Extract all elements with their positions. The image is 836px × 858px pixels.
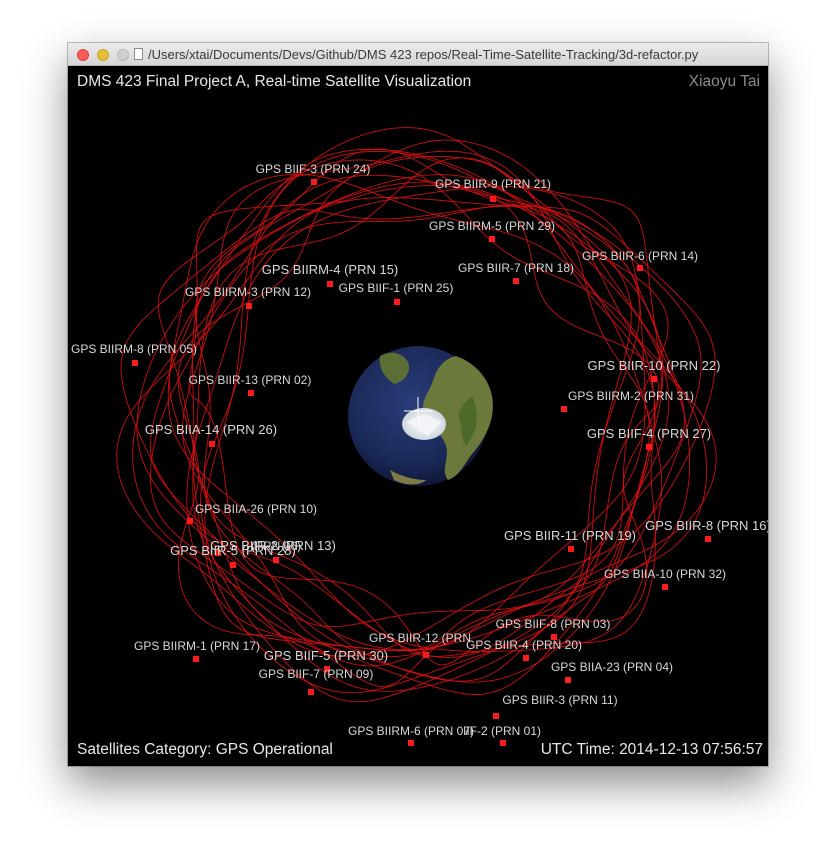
satellite-label: GPS BIIR-4 (PRN 20) [466,638,582,652]
satellite-label: GPS BIIF-5 (PRN 30) [264,648,388,663]
satellite-marker [500,740,506,746]
satellite-marker [662,584,668,590]
satellite-label: GPS BIIF-7 (PRN 09) [259,667,374,681]
satellite-marker [423,652,429,658]
satellite-marker [193,656,199,662]
satellite-label: GPS BIIR-5 (PRN 28) [170,543,296,558]
utc-time: UTC Time: 2014-12-13 07:56:57 [540,741,763,758]
satellite-label: GPS BIIR-10 (PRN 22) [588,358,721,373]
satellite-label: GPS BIIR-8 (PRN 16) [645,518,768,533]
title-bar[interactable]: /Users/xtai/Documents/Devs/Github/DMS 42… [68,43,768,66]
satellite-marker [187,518,193,524]
satellite-label: GPS BIIF-8 (PRN 03) [496,617,611,631]
satellite-label: GPS BIIF-1 (PRN 25) [339,281,454,295]
satellite-label: GPS BIIRM-2 (PRN 31) [568,389,694,403]
satellite-marker [651,376,657,382]
author-name: Xiaoyu Tai [688,73,760,90]
earth-globe [348,346,493,486]
satellite-marker [565,677,571,683]
orbit-scene: GPS BIIF-3 (PRN 24) GPS BIIR-9 (PRN 21) GP… [71,127,768,746]
satellite-label: IIF-2 (PRN 01) [463,724,541,738]
satellite-label: GPS BIIRM-6 (PRN 07) [348,724,474,738]
category-label: Satellites Category: GPS Operational [77,741,333,758]
satellite-marker [705,536,711,542]
satellite-label: GPS BIIRM-5 (PRN 29) [429,219,555,233]
satellite-marker [311,179,317,185]
satellite-label: GPS BIIR-6 (PRN 14) [582,249,698,263]
satellite-label: GPS BIIR-11 (PRN 19) [504,528,636,543]
satellite-marker [408,740,414,746]
app-title: DMS 423 Final Project A, Real-time Satel… [77,73,472,90]
satellite-marker [646,444,652,450]
satellite-marker [248,390,254,396]
satellite-label: GPS BIIA-10 (PRN 32) [604,567,726,581]
satellite-label: GPS BIIR-3 (PRN 11) [502,693,617,707]
satellite-marker [561,406,567,412]
satellite-label: GPS BIIA-26 (PRN 10) [195,502,317,516]
satellite-label: GPS BIIRM-3 (PRN 12) [185,285,311,299]
document-icon [134,48,143,60]
satellite-marker [394,299,400,305]
satellite-label: GPS BIIRM-1 (PRN 17) [134,639,260,653]
satellite-marker [490,196,496,202]
satellite-marker [493,713,499,719]
satellite-label: GPS BIIF-3 (PRN 24) [256,162,371,176]
close-button[interactable] [77,49,89,61]
satellite-marker [489,236,495,242]
satellite-marker [230,562,236,568]
minimize-button[interactable] [97,49,109,61]
satellite-label: GPS BIIF-4 (PRN 27) [587,426,711,441]
satellite-marker [132,360,138,366]
window-title: /Users/xtai/Documents/Devs/Github/DMS 42… [148,47,699,62]
satellite-label: GPS BIIR-13 (PRN 02) [189,373,312,387]
satellite-marker [308,689,314,695]
satellite-label: GPS BIIR-9 (PRN 21) [435,177,551,191]
satellite-marker [246,303,252,309]
satellite-marker [568,546,574,552]
satellite-label: GPS BIIR-12 (PRN [369,631,471,645]
satellite-label: GPS BIIA-14 (PRN 26) [145,422,277,437]
satellite-label: GPS BIIRM-8 (PRN 05) [71,342,197,356]
satellite-marker [523,655,529,661]
satellite-marker [209,441,215,447]
zoom-button[interactable] [117,49,129,61]
satellite-marker [513,278,519,284]
satellite-marker [637,265,643,271]
satellite-label: GPS BIIR-7 (PRN 18) [458,261,574,275]
satellite-label: GPS BIIRM-4 (PRN 15) [262,262,399,277]
visualization-canvas[interactable]: GPS BIIF-3 (PRN 24) GPS BIIR-9 (PRN 21) GP… [68,66,768,766]
satellite-label: GPS BIIA-23 (PRN 04) [551,660,673,674]
satellite-marker [327,281,333,287]
app-window: /Users/xtai/Documents/Devs/Github/DMS 42… [68,43,768,766]
